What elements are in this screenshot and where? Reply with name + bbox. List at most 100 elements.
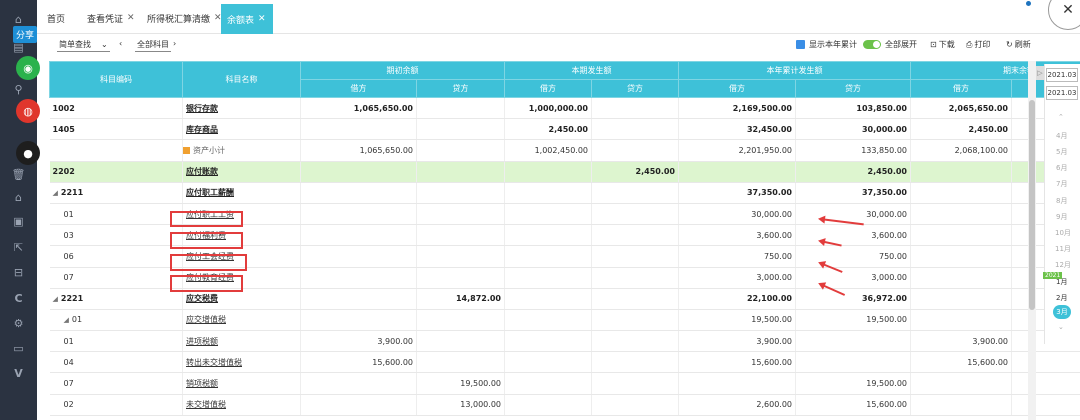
subject-code-cell: ◢ 01 xyxy=(49,309,183,332)
annotation-box xyxy=(170,211,243,227)
month-item[interactable]: 9月 xyxy=(1056,212,1067,222)
subject-filter[interactable]: 全部科目 xyxy=(135,39,171,52)
subject-code: 07 xyxy=(63,273,74,283)
tab-home[interactable]: 首页 xyxy=(41,6,71,30)
header-debit: 借方 xyxy=(678,79,796,98)
c-icon[interactable]: C xyxy=(0,289,37,307)
notification-dot xyxy=(1026,1,1031,6)
subject-name-link[interactable]: 销项税额 xyxy=(186,379,218,388)
amount-cell xyxy=(910,203,1012,226)
toggle-switch[interactable] xyxy=(863,40,881,49)
amount-cell xyxy=(300,394,417,416)
month-item[interactable]: 2月 xyxy=(1056,293,1067,303)
search-mode-label: 简单查找 xyxy=(59,40,91,49)
tree-toggle-icon[interactable]: ◢ xyxy=(64,316,69,324)
amount-cell: 15,600.00 xyxy=(678,351,796,374)
qq-icon[interactable]: ● xyxy=(16,141,40,165)
table-row[interactable]: 资产小计 1,065,650.00 1,002,450.00 2,201,950.00… xyxy=(49,139,1080,162)
month-item-selected[interactable]: 3月 xyxy=(1053,305,1071,319)
subject-name-link[interactable]: 转出未交增值税 xyxy=(186,358,242,367)
amount-cell: 133,850.00 xyxy=(795,139,911,162)
tab-view-voucher[interactable]: 查看凭证 ✕ xyxy=(81,6,141,30)
amount-cell: 30,000.00 xyxy=(678,203,796,226)
amount-cell xyxy=(416,182,505,204)
subject-name-link[interactable]: 应付账款 xyxy=(186,167,218,176)
amount-cell xyxy=(300,182,417,204)
panel-toggle-icon[interactable]: ▷ xyxy=(1036,66,1044,80)
export-icon[interactable]: ⇱ xyxy=(0,238,37,256)
subject-name-link[interactable]: 未交增值税 xyxy=(186,400,226,409)
amount-cell: 1,002,450.00 xyxy=(504,139,592,162)
v-icon[interactable]: V xyxy=(0,364,37,382)
window-icon[interactable]: ▭ xyxy=(0,339,37,357)
refresh-label: 刷新 xyxy=(1014,40,1031,49)
subject-name-link[interactable]: 进项税额 xyxy=(186,337,218,346)
amount-cell: 19,500.00 xyxy=(795,372,911,395)
subject-name-link[interactable]: 应交增值税 xyxy=(186,315,226,324)
chevron-down-icon: ⌄ xyxy=(101,40,108,49)
month-item[interactable]: 8月 xyxy=(1056,196,1067,206)
table-row[interactable]: 02 未交增值税 13,000.00 2,600.0015,600.00 13,000.… xyxy=(49,394,1080,416)
month-item[interactable]: 6月 xyxy=(1056,163,1067,173)
tree-toggle-icon[interactable]: ◢ xyxy=(53,295,58,303)
header-subject-code[interactable]: 科目编码 xyxy=(49,61,183,98)
expand-all-toggle[interactable]: 全部展开 xyxy=(863,39,917,50)
amount-cell: 15,600.00 xyxy=(910,351,1012,374)
amount-cell xyxy=(591,224,679,247)
prev-arrow-icon[interactable]: ‹ xyxy=(119,39,122,48)
table-row[interactable]: ◢ 2211 应付职工薪酬 37,350.00 37,350.00 xyxy=(49,182,1080,204)
show-year-total-toggle[interactable]: 显示本年累计 xyxy=(796,39,857,50)
table-row[interactable]: 2202应付账款2,450.002,450.002,450.00 xyxy=(49,161,1080,183)
search-icon[interactable]: ⚲ xyxy=(0,80,37,98)
subtotal-icon xyxy=(183,146,190,154)
month-item[interactable]: 5月 xyxy=(1056,147,1067,157)
tree-toggle-icon[interactable]: ◢ xyxy=(53,189,58,197)
wechat-icon[interactable]: ◉ xyxy=(16,56,40,80)
table-row[interactable]: ◢ 01 应交增值税 19,500.00 19,500.00 xyxy=(49,309,1080,332)
print-button[interactable]: ⎙ 打印 xyxy=(966,39,990,50)
amount-cell: 1,000,000.00 xyxy=(504,97,592,120)
table-row[interactable]: 07 销项税额 19,500.00 19,500.00 19,500.00 xyxy=(49,372,1080,395)
document-icon[interactable]: ▣ xyxy=(0,212,37,230)
download-label: 下载 xyxy=(938,40,955,49)
weibo-icon[interactable]: ◍ xyxy=(16,99,40,123)
search-mode-select[interactable]: 简单查找 ⌄ xyxy=(57,39,110,52)
table-row[interactable]: 04 转出未交增值税 15,600.00 15,600.00 15,600.00 xyxy=(49,351,1080,374)
tab-balance-sheet[interactable]: 余额表 ✕ xyxy=(221,4,273,34)
table-row[interactable]: 01 进项税额 3,900.00 3,900.00 3,900.00 xyxy=(49,330,1080,353)
period-start[interactable]: 2021.03 xyxy=(1046,68,1078,82)
amount-cell xyxy=(591,351,679,374)
month-item[interactable]: 7月 xyxy=(1056,179,1067,189)
trash-icon[interactable]: 🗑 xyxy=(0,165,37,183)
checkbox-icon[interactable] xyxy=(796,40,805,49)
close-icon[interactable]: ✕ xyxy=(258,14,266,24)
annotation-box xyxy=(170,275,243,292)
chevron-down-icon[interactable]: ⌄ xyxy=(1058,323,1064,331)
chevron-up-icon[interactable]: ⌃ xyxy=(1058,113,1064,121)
report-icon[interactable]: ⌂ xyxy=(0,188,37,206)
subject-name-link[interactable]: 应交税费 xyxy=(186,294,218,303)
table-row[interactable]: 1405 库存商品 2,450.00 32,450.00 30,000.00 2,450.… xyxy=(49,118,1080,141)
month-item[interactable]: 10月 xyxy=(1055,228,1071,238)
print-label: 打印 xyxy=(974,40,991,49)
inbox-icon[interactable]: ⊟ xyxy=(0,263,37,281)
settings-icon[interactable]: ⚙ xyxy=(0,314,37,332)
download-button[interactable]: ⊡ 下载 xyxy=(930,39,955,50)
refresh-button[interactable]: ↻ 刷新 xyxy=(1006,39,1031,50)
month-item[interactable]: 12月 xyxy=(1055,260,1071,270)
month-item[interactable]: 11月 xyxy=(1055,244,1071,254)
table-row[interactable]: 1002 银行存款 1,065,650.00 1,000,000.00 2,169,50… xyxy=(49,97,1080,120)
amount-cell: 19,500.00 xyxy=(1011,372,1080,395)
subject-name-link[interactable]: 应付职工薪酬 xyxy=(186,188,234,197)
close-icon[interactable]: ✕ xyxy=(127,13,135,23)
tab-income-tax[interactable]: 所得税汇算清缴 ✕ xyxy=(141,6,228,30)
subject-name-link[interactable]: 库存商品 xyxy=(186,125,218,134)
amount-cell: 2,068,100.00 xyxy=(910,139,1012,162)
month-item[interactable]: 1月 xyxy=(1056,277,1067,287)
period-end[interactable]: 2021.03 xyxy=(1046,86,1078,100)
subject-name-link[interactable]: 银行存款 xyxy=(186,104,218,113)
next-arrow-icon[interactable]: › xyxy=(173,39,176,48)
scrollbar-thumb[interactable] xyxy=(1029,100,1035,310)
header-subject-name[interactable]: 科目名称 xyxy=(182,61,301,98)
month-item[interactable]: 4月 xyxy=(1056,131,1067,141)
